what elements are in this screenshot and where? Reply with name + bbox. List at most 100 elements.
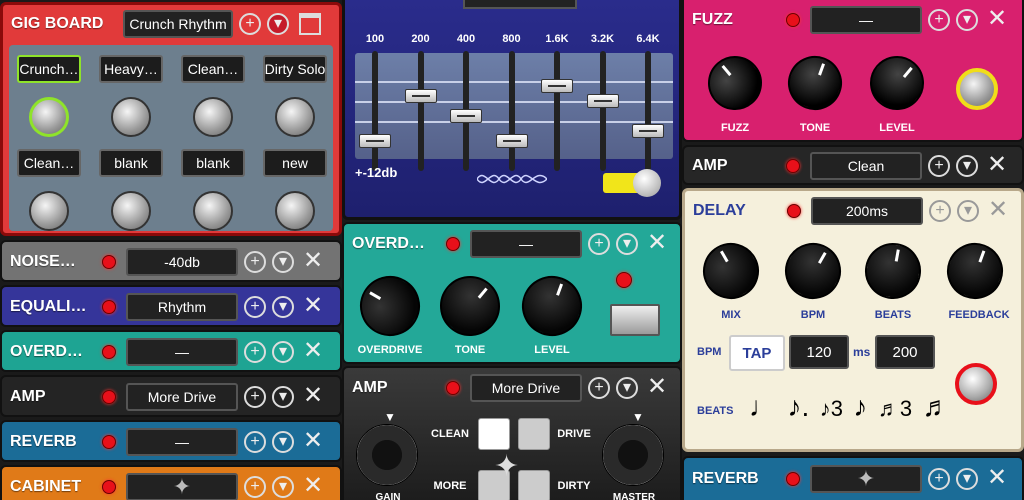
ms-value[interactable]: 200 (875, 335, 935, 369)
bpm-knob[interactable] (774, 232, 852, 310)
mix-knob[interactable] (692, 232, 770, 310)
strip-value[interactable]: — (126, 338, 238, 366)
strip-reverb[interactable]: REVERB — + ▾ ✕ (0, 420, 342, 462)
footswitch-3[interactable] (193, 97, 233, 137)
channel-selector-icon[interactable]: ✦ (494, 452, 519, 482)
fuzz-knob[interactable] (696, 44, 774, 122)
close-icon[interactable]: ✕ (302, 384, 324, 408)
footswitch-6[interactable] (111, 191, 151, 231)
sixteenth-note-icon[interactable]: ♬ (923, 391, 951, 423)
add-icon[interactable]: + (928, 468, 950, 490)
eq-fader-track[interactable] (508, 51, 515, 171)
add-icon[interactable]: + (929, 200, 951, 222)
pedal-button-8[interactable]: new (263, 149, 327, 177)
chevron-down-icon[interactable]: ▾ (956, 9, 978, 31)
footswitch-8[interactable] (275, 191, 315, 231)
gig-board-preset[interactable]: Crunch Rhythm (123, 10, 233, 38)
pedal-button-6[interactable]: blank (99, 149, 163, 177)
gain-knob[interactable] (356, 424, 418, 486)
strip-value[interactable]: Rhythm (126, 293, 238, 321)
dirty-channel-button[interactable] (518, 470, 550, 500)
triplet-eighth-note-icon[interactable]: ♪3 (820, 396, 843, 422)
strip-value[interactable]: More Drive (126, 383, 238, 411)
tap-button[interactable]: TAP (729, 335, 785, 371)
footswitch-button[interactable] (610, 304, 660, 336)
drive-channel-button[interactable] (518, 418, 550, 450)
power-led[interactable] (102, 255, 116, 269)
eq-fader-cap[interactable] (359, 134, 391, 148)
strip-value[interactable]: ✦ (126, 473, 238, 500)
eq-fader-track[interactable] (417, 51, 424, 171)
level-knob[interactable] (513, 267, 591, 345)
fuzz-footswitch[interactable] (956, 68, 998, 110)
clean-channel-button[interactable] (478, 418, 510, 450)
eq-fader-track[interactable] (599, 51, 606, 171)
pedal-button-5[interactable]: Clean… (17, 149, 81, 177)
window-icon[interactable] (299, 13, 321, 35)
chevron-down-icon[interactable]: ▾ (616, 377, 638, 399)
delay-footswitch[interactable] (955, 363, 997, 405)
eq-fader-cap[interactable] (450, 109, 482, 123)
pedal-button-7[interactable]: blank (181, 149, 245, 177)
add-icon[interactable]: + (244, 341, 266, 363)
power-led[interactable] (102, 435, 116, 449)
strip-reverb-right[interactable]: REVERB ✦ + ▾ ✕ (682, 456, 1024, 500)
chevron-down-icon[interactable]: ▾ (272, 431, 294, 453)
close-icon[interactable]: ✕ (302, 249, 324, 273)
pedal-button-3[interactable]: Clean… (181, 55, 245, 83)
power-led[interactable] (102, 300, 116, 314)
close-icon[interactable]: ✕ (646, 375, 668, 399)
pedal-button-4[interactable]: Dirty Solo (263, 55, 327, 83)
close-icon[interactable]: ✕ (646, 231, 668, 255)
chevron-down-icon[interactable]: ▾ (956, 468, 978, 490)
fuzz-value[interactable]: — (810, 6, 922, 34)
power-led[interactable] (102, 345, 116, 359)
eq-fader-cap[interactable] (586, 94, 619, 108)
close-icon[interactable]: ✕ (986, 466, 1008, 490)
close-icon[interactable]: ✕ (986, 153, 1008, 177)
eq-fader-cap[interactable] (541, 79, 573, 93)
strip-overdrive[interactable]: OVERDR… — + ▾ ✕ (0, 330, 342, 372)
power-led[interactable] (102, 390, 116, 404)
dotted-eighth-note-icon[interactable]: ♪. (787, 391, 809, 423)
eighth-note-icon[interactable]: ♪ (853, 391, 867, 423)
chevron-down-icon[interactable]: ▾ (272, 386, 294, 408)
eq-fader-track[interactable] (645, 51, 651, 171)
close-icon[interactable]: ✕ (302, 429, 324, 453)
add-icon[interactable]: + (244, 476, 266, 498)
strip-noise-gate[interactable]: NOISE… -40db + ▾ ✕ (0, 240, 342, 282)
chevron-down-icon[interactable]: ▾ (616, 233, 638, 255)
eq-fader-track[interactable] (554, 51, 560, 171)
strip-amp[interactable]: AMP More Drive + ▾ ✕ (0, 375, 342, 417)
strip-value[interactable]: ✦ (810, 465, 922, 493)
bpm-value[interactable]: 120 (789, 335, 849, 369)
add-icon[interactable]: + (239, 13, 261, 35)
add-icon[interactable]: + (244, 386, 266, 408)
chevron-down-icon[interactable]: ▾ (956, 155, 978, 177)
chevron-down-icon[interactable]: ▾ (272, 476, 294, 498)
add-icon[interactable]: + (928, 9, 950, 31)
add-icon[interactable]: + (588, 377, 610, 399)
add-icon[interactable]: + (588, 233, 610, 255)
power-led[interactable] (786, 472, 800, 486)
add-icon[interactable]: + (928, 155, 950, 177)
strip-value[interactable]: — (126, 428, 238, 456)
pedal-button-2[interactable]: Heavy… (99, 55, 163, 83)
close-icon[interactable]: ✕ (302, 474, 324, 498)
quarter-note-icon[interactable]: ♩ (749, 391, 777, 423)
close-icon[interactable]: ✕ (302, 294, 324, 318)
eq-fader-cap[interactable] (495, 134, 528, 148)
footswitch-5[interactable] (29, 191, 69, 231)
feedback-knob[interactable] (939, 235, 1011, 307)
strip-cabinet[interactable]: CABINET ✦ + ▾ ✕ (0, 465, 342, 500)
chevron-down-icon[interactable]: ▾ (272, 296, 294, 318)
strip-equalizer[interactable]: EQUALI… Rhythm + ▾ ✕ (0, 285, 342, 327)
delay-value[interactable]: 200ms (811, 197, 923, 225)
add-icon[interactable]: + (244, 251, 266, 273)
master-knob[interactable] (602, 424, 664, 486)
power-led[interactable] (102, 480, 116, 494)
amp-value[interactable]: More Drive (470, 374, 582, 402)
eq-preset-display[interactable] (463, 0, 577, 9)
add-icon[interactable]: + (244, 296, 266, 318)
pedal-button-1[interactable]: Crunch… (17, 55, 81, 83)
